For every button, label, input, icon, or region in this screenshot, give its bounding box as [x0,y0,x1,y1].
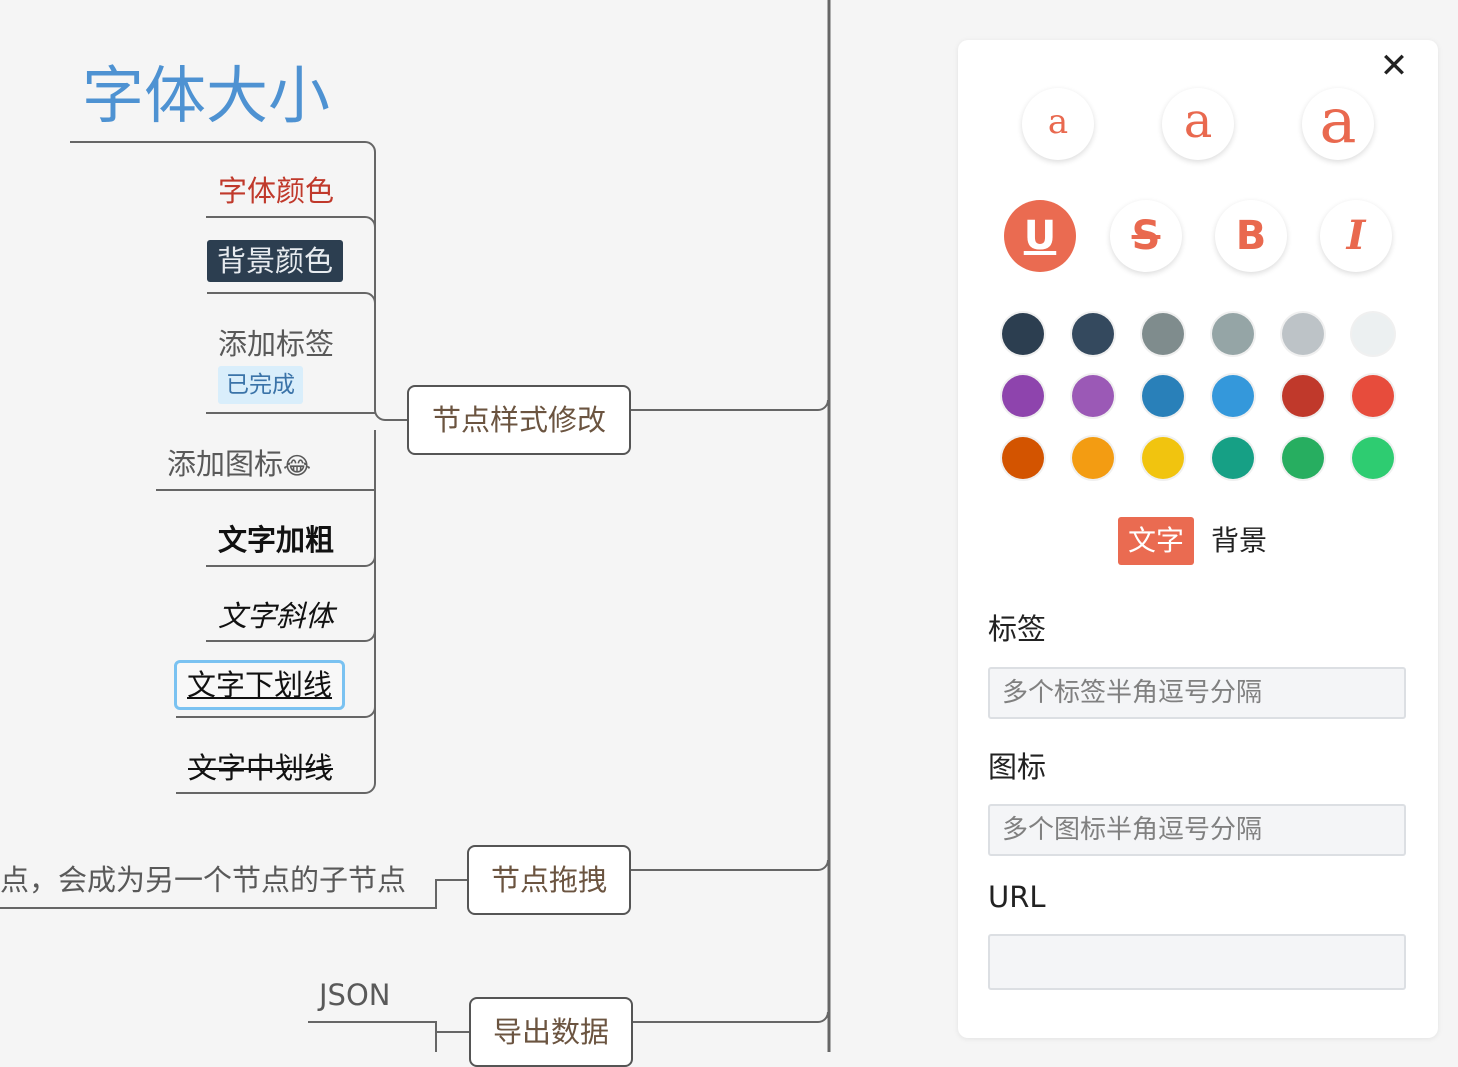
icon-input[interactable] [988,804,1406,856]
node-bold[interactable]: 文字加粗 [218,522,334,558]
node-add-icon[interactable]: 添加图标😂 [167,446,311,484]
color-swatch[interactable] [1282,313,1324,355]
color-swatch[interactable] [1072,313,1114,355]
url-input[interactable] [988,934,1406,990]
color-swatch[interactable] [1002,313,1044,355]
color-swatch[interactable] [1352,313,1394,355]
mode-background-tab[interactable]: 背景 [1204,517,1274,565]
color-swatch[interactable] [1072,437,1114,479]
branch-export-data[interactable]: 导出数据 [469,997,633,1067]
node-add-tag[interactable]: 添加标签 [218,326,334,362]
font-size-small-button[interactable]: a [1022,88,1094,160]
node-drag-child[interactable]: 点，会成为另一个节点的子节点 [0,862,406,898]
mode-text-tab[interactable]: 文字 [1118,517,1194,565]
color-swatch[interactable] [1352,437,1394,479]
bold-button[interactable]: B [1215,200,1287,272]
laughing-emoji-icon: 😂 [283,452,312,480]
icon-label: 图标 [988,750,1047,784]
italic-button[interactable]: I [1320,200,1392,272]
node-root-title[interactable]: 字体大小 [82,58,330,134]
url-label: URL [988,880,1046,914]
node-json[interactable]: JSON [319,977,390,1013]
branch-node-drag[interactable]: 节点拖拽 [467,845,631,915]
font-size-large-button[interactable]: a [1302,88,1374,160]
color-swatch[interactable] [1282,437,1324,479]
color-swatch[interactable] [1002,375,1044,417]
underline-button[interactable]: U [1004,200,1076,272]
tag-input[interactable] [988,667,1406,719]
color-swatch[interactable] [1282,375,1324,417]
close-icon[interactable]: ✕ [1378,49,1410,83]
tag-label: 标签 [988,612,1047,646]
node-strikethrough[interactable]: 文字中划线 [188,750,333,786]
style-panel: ✕ a a a U S B I 文字 背景 标签 图标 URL [958,40,1438,1038]
branch-node-style[interactable]: 节点样式修改 [407,385,631,455]
strikethrough-button[interactable]: S [1110,200,1182,272]
color-swatch[interactable] [1212,375,1254,417]
color-swatch[interactable] [1212,313,1254,355]
color-swatch[interactable] [1142,313,1184,355]
node-add-icon-label: 添加图标 [167,447,284,481]
tag-badge: 已完成 [218,366,303,404]
node-italic[interactable]: 文字斜体 [218,598,334,634]
color-swatch[interactable] [1002,437,1044,479]
color-swatch[interactable] [1352,375,1394,417]
node-underline-selected[interactable]: 文字下划线 [174,660,346,710]
node-background-color[interactable]: 背景颜色 [207,240,344,282]
font-size-medium-button[interactable]: a [1162,88,1234,160]
color-swatch[interactable] [1212,437,1254,479]
node-font-color[interactable]: 字体颜色 [218,173,334,209]
color-swatch[interactable] [1142,437,1184,479]
color-swatch[interactable] [1072,375,1114,417]
color-swatch[interactable] [1142,375,1184,417]
